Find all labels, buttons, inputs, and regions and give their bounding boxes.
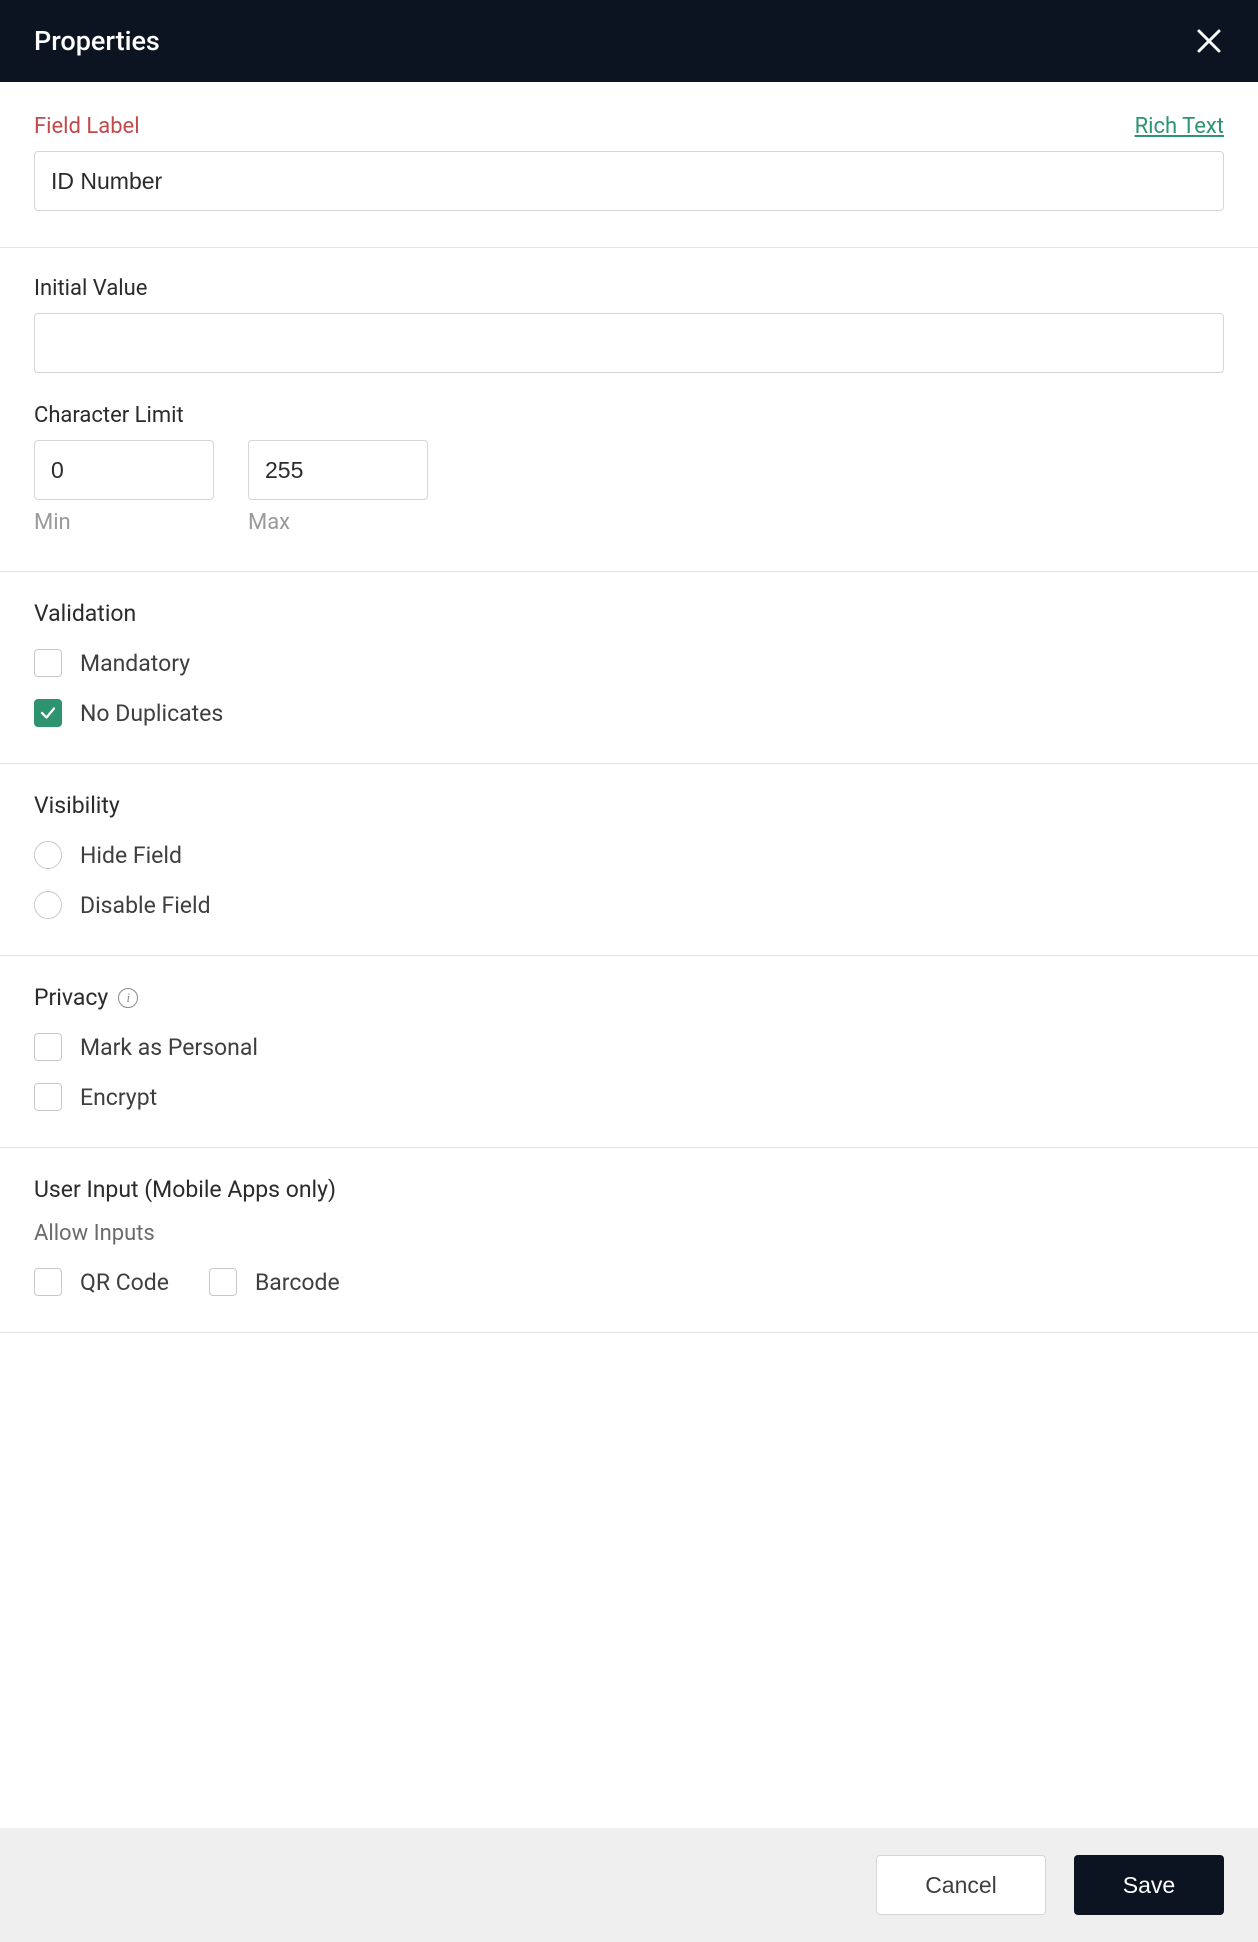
disable-field-label: Disable Field <box>80 892 211 919</box>
section-privacy: Privacy i Mark as Personal Encrypt <box>0 956 1258 1148</box>
validation-title: Validation <box>34 600 1224 627</box>
section-validation: Validation Mandatory No Duplicates <box>0 572 1258 764</box>
privacy-title: Privacy i <box>34 984 1224 1011</box>
initial-value-input[interactable] <box>34 313 1224 373</box>
visibility-title: Visibility <box>34 792 1224 819</box>
save-button[interactable]: Save <box>1074 1855 1224 1915</box>
char-limit-min-hint: Min <box>34 510 214 535</box>
barcode-checkbox[interactable] <box>209 1268 237 1296</box>
mark-personal-checkbox[interactable] <box>34 1033 62 1061</box>
cancel-button[interactable]: Cancel <box>876 1855 1046 1915</box>
info-icon[interactable]: i <box>118 988 138 1008</box>
barcode-label: Barcode <box>255 1269 340 1296</box>
section-visibility: Visibility Hide Field Disable Field <box>0 764 1258 956</box>
encrypt-checkbox[interactable] <box>34 1083 62 1111</box>
section-user-input: User Input (Mobile Apps only) Allow Inpu… <box>0 1148 1258 1333</box>
hide-field-radio[interactable] <box>34 841 62 869</box>
char-limit-max-input[interactable] <box>248 440 428 500</box>
user-input-title: User Input (Mobile Apps only) <box>34 1176 1224 1203</box>
disable-field-radio[interactable] <box>34 891 62 919</box>
initial-value-label: Initial Value <box>34 276 1224 301</box>
dialog-title: Properties <box>34 25 160 57</box>
field-label-input[interactable] <box>34 151 1224 211</box>
char-limit-max-hint: Max <box>248 510 428 535</box>
field-label-title: Field Label <box>34 114 140 139</box>
qr-code-checkbox[interactable] <box>34 1268 62 1296</box>
rich-text-link[interactable]: Rich Text <box>1135 114 1224 139</box>
dialog-header: Properties <box>0 0 1258 82</box>
close-icon[interactable] <box>1194 26 1224 56</box>
mark-personal-label: Mark as Personal <box>80 1034 258 1061</box>
no-duplicates-checkbox[interactable] <box>34 699 62 727</box>
encrypt-label: Encrypt <box>80 1084 157 1111</box>
mandatory-label: Mandatory <box>80 650 190 677</box>
mandatory-checkbox[interactable] <box>34 649 62 677</box>
dialog-footer: Cancel Save <box>0 1828 1258 1942</box>
hide-field-label: Hide Field <box>80 842 182 869</box>
section-field-label: Field Label Rich Text <box>0 82 1258 248</box>
qr-code-label: QR Code <box>80 1269 169 1296</box>
character-limit-label: Character Limit <box>34 403 1224 428</box>
privacy-title-text: Privacy <box>34 984 108 1011</box>
section-initial-value: Initial Value Character Limit Min Max <box>0 248 1258 572</box>
char-limit-min-input[interactable] <box>34 440 214 500</box>
allow-inputs-label: Allow Inputs <box>34 1221 1224 1246</box>
no-duplicates-label: No Duplicates <box>80 700 223 727</box>
